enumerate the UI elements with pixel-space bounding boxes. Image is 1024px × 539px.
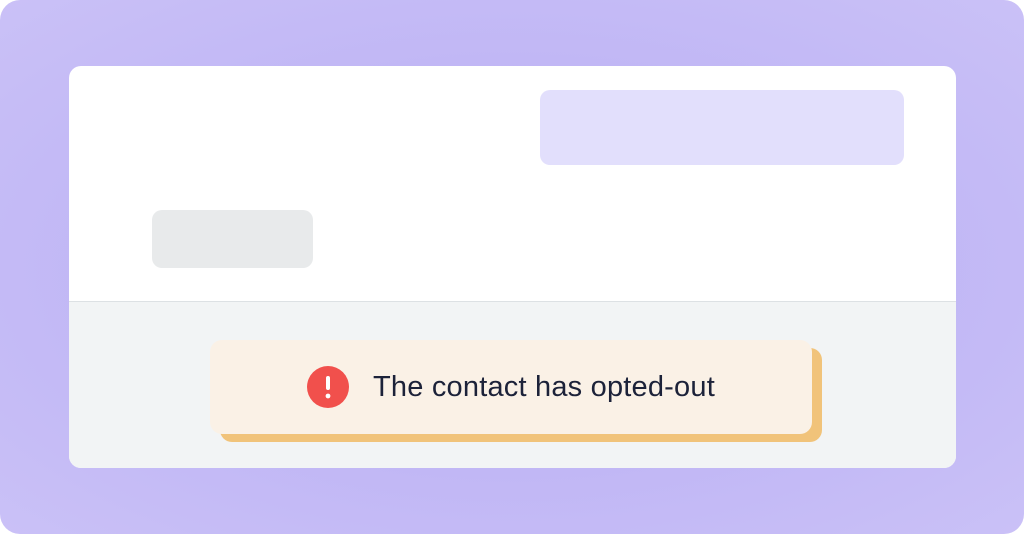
incoming-message-bubble [152,210,313,268]
notice-message: The contact has opted-out [373,370,715,403]
background-frame: The contact has opted-out [0,0,1024,534]
alert-circle-icon [307,366,350,408]
conversation-card: The contact has opted-out [69,66,956,468]
notice-body: The contact has opted-out [210,340,812,434]
outgoing-message-bubble [540,90,904,165]
opt-out-notice: The contact has opted-out [210,340,822,442]
composer-area: The contact has opted-out [69,301,956,468]
